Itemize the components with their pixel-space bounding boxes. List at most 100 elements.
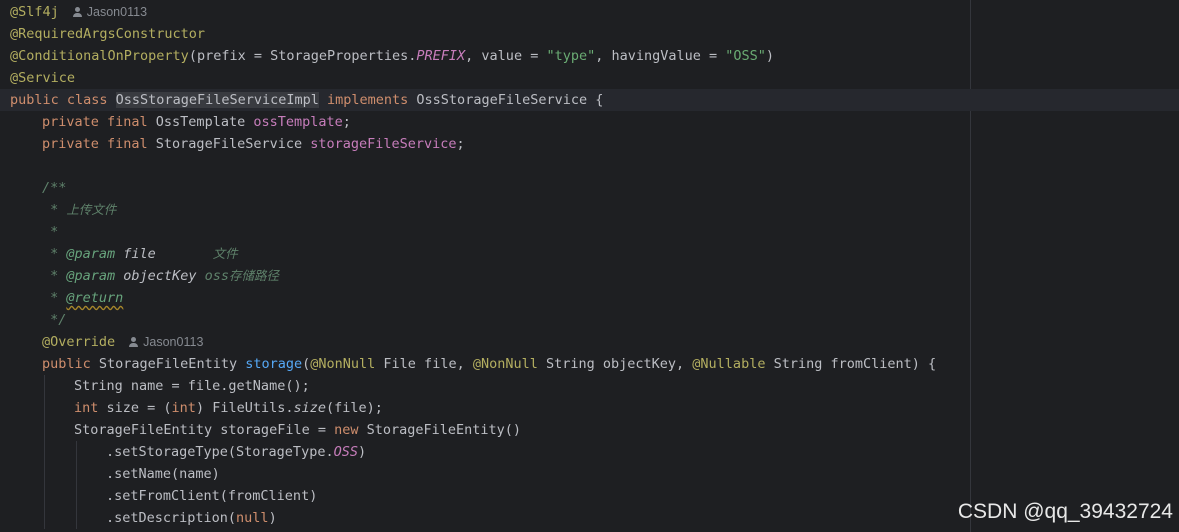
code-line[interactable]: /** xyxy=(0,177,1179,199)
author-hint[interactable]: Jason0113 xyxy=(72,1,148,23)
code-token: ) xyxy=(357,444,367,460)
code-content: private final OssTemplate ossTemplate; xyxy=(42,111,351,133)
code-content: * @param file 文件 xyxy=(42,243,238,265)
code-content: public class OssStorageFileServiceImpl i… xyxy=(10,89,603,111)
code-token: @return xyxy=(66,290,124,306)
code-content: * @return xyxy=(42,287,123,309)
code-token: StorageFileEntity storageFile = xyxy=(74,422,335,438)
code-token: ) xyxy=(765,48,775,64)
code-line[interactable]: public StorageFileEntity storage(@NonNul… xyxy=(0,353,1179,375)
code-token: 上传文件 xyxy=(66,202,117,217)
code-token: oss xyxy=(204,268,229,284)
code-content: @RequiredArgsConstructor xyxy=(10,23,205,45)
author-hint[interactable]: Jason0113 xyxy=(129,331,203,353)
person-icon xyxy=(72,7,82,17)
code-line[interactable]: .setStorageType(StorageType.OSS) xyxy=(0,441,1179,463)
code-token: (prefix = StorageProperties. xyxy=(188,48,417,64)
code-token: private final xyxy=(42,136,156,152)
code-token: null xyxy=(236,510,269,526)
code-line[interactable]: * @param file 文件 xyxy=(0,243,1179,265)
author-name: Jason0113 xyxy=(86,5,148,19)
code-token: @Slf4j xyxy=(10,4,59,20)
code-token: size = ( xyxy=(106,400,172,416)
code-token: ossTemplate xyxy=(253,114,343,130)
code-line[interactable]: StorageFileEntity storageFile = new Stor… xyxy=(0,419,1179,441)
code-token: implements xyxy=(327,92,417,108)
code-content: StorageFileEntity storageFile = new Stor… xyxy=(74,419,521,441)
code-line[interactable]: @Override Jason0113 xyxy=(0,331,1179,353)
code-token: * xyxy=(42,246,67,262)
code-token: File file, xyxy=(383,356,473,372)
code-token: ; xyxy=(342,114,351,130)
indent-guide xyxy=(44,507,45,529)
code-token: @param xyxy=(66,246,124,262)
code-line[interactable] xyxy=(0,155,1179,177)
code-line[interactable]: @ConditionalOnProperty(prefix = StorageP… xyxy=(0,45,1179,67)
indent-guide xyxy=(76,463,77,485)
code-line[interactable]: .setName(name) xyxy=(0,463,1179,485)
code-token: .setDescription( xyxy=(106,510,237,526)
code-content: public StorageFileEntity storage(@NonNul… xyxy=(42,353,936,375)
code-token: (file); xyxy=(326,400,383,416)
code-content: */ xyxy=(42,309,66,331)
code-line[interactable]: * @param objectKey oss存储路径 xyxy=(0,265,1179,287)
code-token: "OSS" xyxy=(725,48,766,64)
code-token: @param xyxy=(66,268,124,284)
code-token: @NonNull xyxy=(310,356,384,372)
code-token: OSS xyxy=(333,444,358,460)
code-line[interactable]: * @return xyxy=(0,287,1179,309)
code-token: @NonNull xyxy=(472,356,546,372)
code-content: @ConditionalOnProperty(prefix = StorageP… xyxy=(10,45,774,67)
code-token: String objectKey, xyxy=(545,356,693,372)
code-line[interactable]: public class OssStorageFileServiceImpl i… xyxy=(0,89,1179,111)
code-line[interactable]: private final OssTemplate ossTemplate; xyxy=(0,111,1179,133)
code-token: @RequiredArgsConstructor xyxy=(10,26,206,42)
indent-guide xyxy=(76,441,77,463)
code-token: * xyxy=(42,268,67,284)
code-token: 存储路径 xyxy=(228,268,279,283)
code-content: .setName(name) xyxy=(106,463,220,485)
author-name: Jason0113 xyxy=(143,335,204,349)
code-line[interactable]: int size = (int) FileUtils.size(file); xyxy=(0,397,1179,419)
code-token: String name = file.getName(); xyxy=(74,378,310,394)
code-line[interactable]: @RequiredArgsConstructor xyxy=(0,23,1179,45)
code-line[interactable]: */ xyxy=(0,309,1179,331)
code-token: .setFromClient(fromClient) xyxy=(106,488,318,504)
indent-guide xyxy=(76,507,77,529)
code-token: OssStorageFileServiceImpl xyxy=(115,92,319,108)
code-content: * xyxy=(42,221,58,243)
code-line[interactable]: * 上传文件 xyxy=(0,199,1179,221)
code-token: @ConditionalOnProperty xyxy=(10,48,189,64)
code-token: public class xyxy=(10,92,116,108)
code-line[interactable]: @Slf4j Jason0113 xyxy=(0,1,1179,23)
code-token: */ xyxy=(42,312,67,328)
indent-guide xyxy=(44,397,45,419)
code-token: objectKey xyxy=(123,268,205,284)
indent-guide xyxy=(76,485,77,507)
code-token: * xyxy=(42,224,59,240)
code-token: * xyxy=(42,202,67,218)
code-token: PREFIX xyxy=(416,48,466,64)
code-content: @Override Jason0113 xyxy=(42,331,203,353)
code-content: * @param objectKey oss存储路径 xyxy=(42,265,279,287)
code-token: 文件 xyxy=(212,246,238,261)
code-token: /** xyxy=(42,180,67,196)
code-token: String fromClient) { xyxy=(773,356,937,372)
code-content: /** xyxy=(42,177,66,199)
person-icon xyxy=(129,337,139,347)
code-token: .setName(name) xyxy=(106,466,220,482)
code-editor[interactable]: @Slf4j Jason0113 @RequiredArgsConstructor @… xyxy=(0,0,1179,532)
code-line[interactable]: @Service xyxy=(0,67,1179,89)
code-token: OssStorageFileService { xyxy=(416,92,604,108)
code-token: int xyxy=(74,400,107,416)
code-content: int size = (int) FileUtils.size(file); xyxy=(74,397,383,419)
code-line[interactable]: String name = file.getName(); xyxy=(0,375,1179,397)
code-line[interactable]: * xyxy=(0,221,1179,243)
code-content: private final StorageFileService storage… xyxy=(42,133,465,155)
code-token: @Service xyxy=(10,70,76,86)
code-line[interactable]: private final StorageFileService storage… xyxy=(0,133,1179,155)
code-token: file xyxy=(123,246,156,262)
code-token: .setStorageType(StorageType. xyxy=(106,444,334,460)
